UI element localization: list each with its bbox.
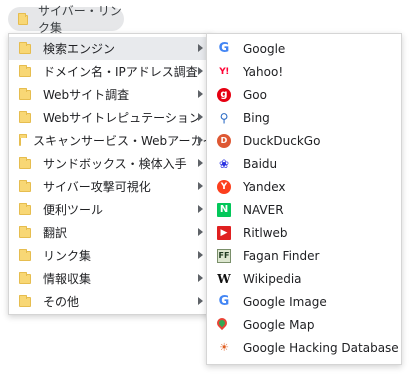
bookmark-label: Goo: [243, 87, 267, 102]
duckduckgo-icon: D: [217, 133, 231, 148]
menu-item-other[interactable]: その他: [9, 290, 211, 313]
bookmark-label: Google Image: [243, 294, 327, 309]
menu-item-label: 翻訳: [43, 226, 68, 240]
bookmark-google-image[interactable]: G Google Image: [207, 290, 401, 313]
folder-icon: [19, 225, 31, 238]
chevron-right-icon: [198, 159, 203, 167]
bookmark-yahoo[interactable]: Y! Yahoo!: [207, 60, 401, 83]
bookmark-label: Wikipedia: [243, 271, 302, 286]
menu-item-label: 情報収集: [43, 272, 92, 286]
menu-item-website-reputation[interactable]: Webサイトレピュテーション: [9, 106, 211, 129]
ritlweb-icon: ▶: [217, 225, 231, 240]
menu-item-label: Webサイト調査: [43, 88, 130, 102]
bookmark-folder-label: サイバー・リンク集: [37, 4, 122, 35]
bookmark-yandex[interactable]: Y Yandex: [207, 175, 401, 198]
menu-item-sandbox[interactable]: サンドボックス・検体入手: [9, 152, 211, 175]
folder-icon: [19, 271, 31, 284]
bookmark-folder-chip[interactable]: サイバー・リンク集: [8, 4, 124, 35]
bookmark-google-map[interactable]: Google Map: [207, 313, 401, 336]
naver-icon: N: [217, 202, 231, 217]
menu-item-label: Webサイトレピュテーション: [43, 111, 201, 125]
chevron-right-icon: [198, 44, 203, 52]
chevron-right-icon: [198, 113, 203, 121]
menu-item-domain-ip[interactable]: ドメイン名・IPアドレス調査: [9, 60, 211, 83]
menu-item-attack-visualization[interactable]: サイバー攻撃可視化: [9, 175, 211, 198]
folder-icon: [19, 179, 31, 192]
menu-item-label: 検索エンジン: [43, 42, 116, 56]
folder-icon: [18, 13, 28, 25]
yahoo-icon: Y!: [219, 66, 229, 77]
menu-item-label: 便利ツール: [43, 203, 104, 217]
menu-item-label: ドメイン名・IPアドレス調査: [43, 65, 198, 79]
bookmark-label: NAVER: [243, 202, 284, 217]
bookmark-label: Bing: [243, 110, 270, 125]
bookmark-google-hacking-database[interactable]: ☀ Google Hacking Database: [207, 336, 401, 359]
menu-item-label: その他: [43, 295, 80, 309]
folder-icon: [19, 156, 31, 169]
chevron-right-icon: [198, 67, 203, 75]
menu-item-website-research[interactable]: Webサイト調査: [9, 83, 211, 106]
menu-item-label: サイバー攻撃可視化: [43, 180, 151, 194]
chevron-right-icon: [198, 182, 203, 190]
bookmark-google[interactable]: G Google: [207, 37, 401, 60]
folder-icon: [19, 133, 27, 146]
baidu-icon: ❀: [218, 156, 230, 171]
bookmark-fagan-finder[interactable]: FF Fagan Finder: [207, 244, 401, 267]
bookmark-label: Yahoo!: [243, 64, 284, 79]
chevron-right-icon: [198, 274, 203, 282]
folder-icon: [19, 110, 31, 123]
bookmark-duckduckgo[interactable]: D DuckDuckGo: [207, 129, 401, 152]
bookmark-wikipedia[interactable]: W Wikipedia: [207, 267, 401, 290]
menu-item-label: リンク集: [43, 249, 92, 263]
bookmark-baidu[interactable]: ❀ Baidu: [207, 152, 401, 175]
folder-icon: [19, 248, 31, 261]
bookmark-folder-menu: 検索エンジン ドメイン名・IPアドレス調査 Webサイト調査 Webサイトレピュ…: [8, 33, 226, 315]
bookmark-ritlweb[interactable]: ▶ Ritlweb: [207, 221, 401, 244]
menu-item-info-gathering[interactable]: 情報収集: [9, 267, 211, 290]
fagan-finder-icon: FF: [217, 248, 231, 263]
chevron-right-icon: [198, 205, 203, 213]
menu-item-label: サンドボックス・検体入手: [43, 157, 187, 171]
bookmark-label: Yandex: [243, 179, 286, 194]
bookmark-label: Fagan Finder: [243, 248, 320, 263]
yandex-icon: Y: [217, 179, 231, 194]
google-image-icon: G: [218, 294, 230, 309]
folder-icon: [19, 202, 31, 215]
menu-item-translation[interactable]: 翻訳: [9, 221, 211, 244]
search-engine-submenu: G Google Y! Yahoo! g Goo ⚲ Bing D DuckDu…: [206, 33, 402, 365]
bookmark-label: Ritlweb: [243, 225, 288, 240]
chevron-right-icon: [198, 297, 203, 305]
goo-icon: g: [217, 87, 231, 102]
google-map-icon: [214, 315, 231, 332]
ghdb-icon: ☀: [219, 341, 229, 354]
chevron-right-icon: [198, 136, 203, 144]
folder-icon: [19, 41, 31, 54]
chevron-right-icon: [198, 90, 203, 98]
bookmark-goo[interactable]: g Goo: [207, 83, 401, 106]
menu-item-link-collection[interactable]: リンク集: [9, 244, 211, 267]
chevron-right-icon: [198, 228, 203, 236]
bookmark-label: DuckDuckGo: [243, 133, 321, 148]
wikipedia-icon: W: [217, 271, 231, 286]
google-icon: G: [218, 41, 230, 56]
folder-icon: [19, 87, 31, 100]
bookmark-label: Google: [243, 41, 286, 56]
menu-item-tools[interactable]: 便利ツール: [9, 198, 211, 221]
bookmark-naver[interactable]: N NAVER: [207, 198, 401, 221]
bing-icon: ⚲: [219, 110, 229, 125]
bookmark-label: Google Map: [243, 317, 315, 332]
folder-icon: [19, 64, 31, 77]
bookmark-bing[interactable]: ⚲ Bing: [207, 106, 401, 129]
chevron-right-icon: [198, 251, 203, 259]
menu-item-search-engines[interactable]: 検索エンジン: [9, 37, 211, 60]
menu-item-scan-archive[interactable]: スキャンサービス・Webアーカイブ: [9, 129, 226, 152]
bookmark-label: Baidu: [243, 156, 278, 171]
folder-icon: [19, 294, 31, 307]
bookmark-label: Google Hacking Database: [243, 340, 399, 355]
